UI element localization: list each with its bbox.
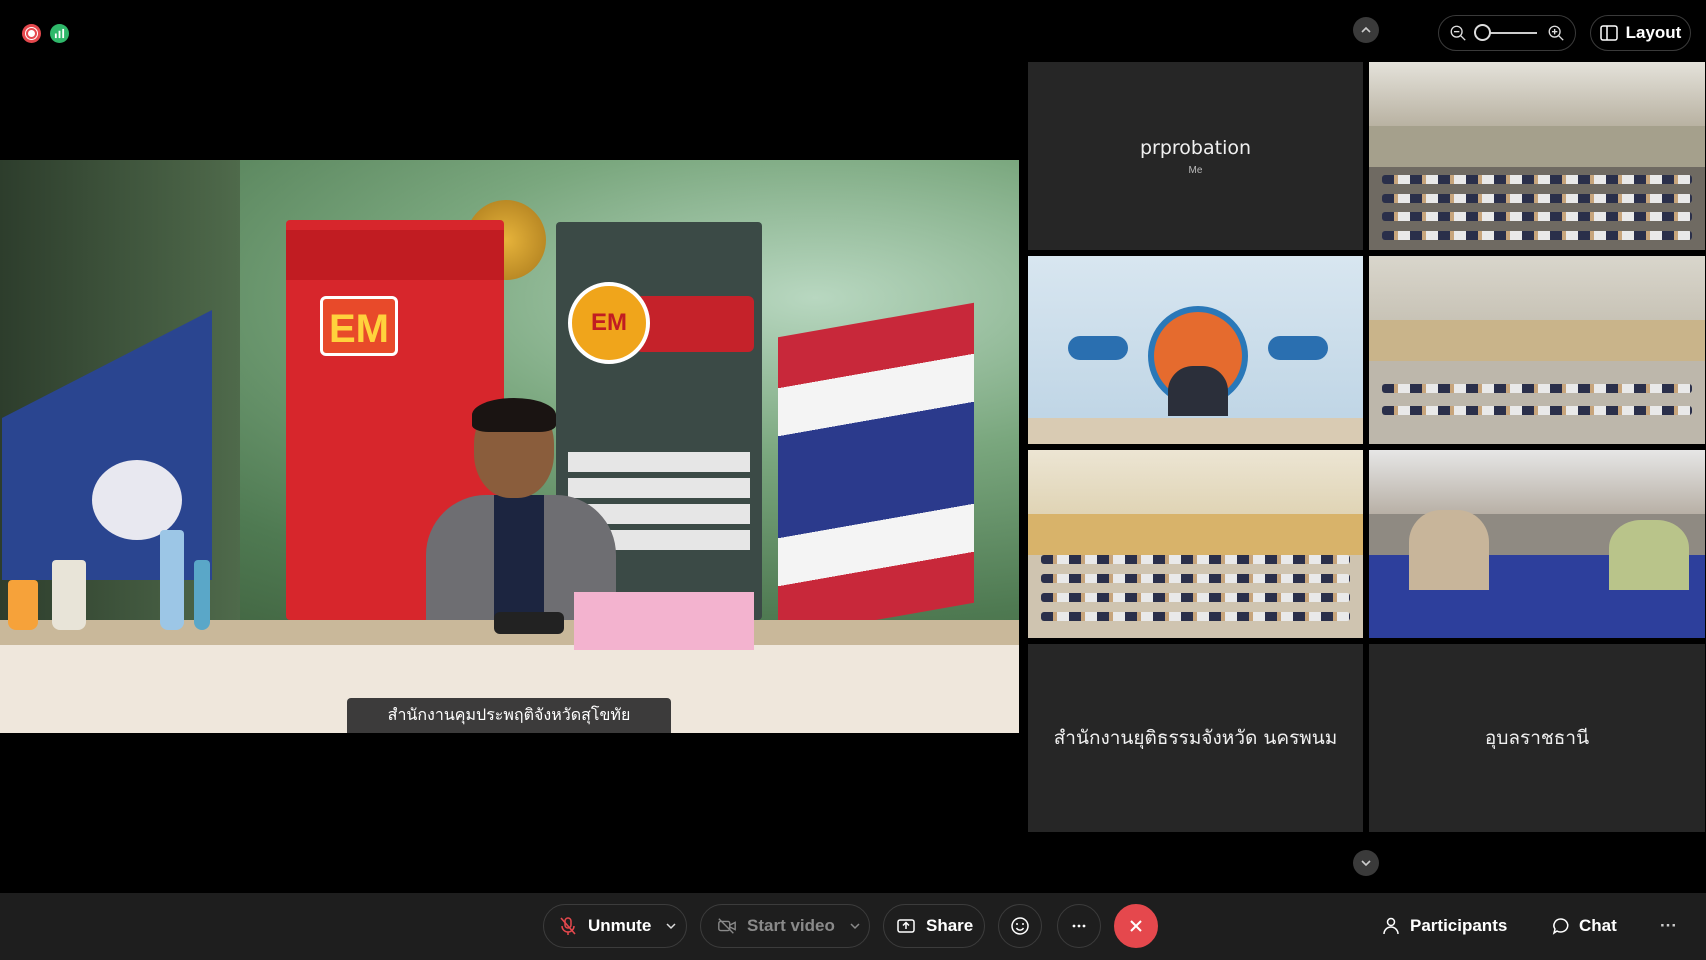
- chat-button[interactable]: Chat: [1551, 904, 1617, 948]
- close-icon: [1130, 920, 1142, 932]
- chevron-up-icon: [1361, 26, 1371, 33]
- zoom-slider[interactable]: [1474, 24, 1537, 41]
- status-indicators: [22, 24, 69, 43]
- reactions-button[interactable]: [998, 904, 1042, 948]
- start-video-label: Start video: [747, 916, 835, 935]
- toolbar-more-button[interactable]: ···: [1660, 904, 1677, 948]
- participant-tile-video[interactable]: [1028, 256, 1363, 444]
- unmute-label: Unmute: [588, 916, 652, 935]
- zoom-out-icon[interactable]: [1449, 24, 1467, 42]
- main-speaker-video[interactable]: EM EM สำนักงานคุมประพฤติจังหวัดสุโขทัย: [0, 160, 1019, 733]
- layout-label: Layout: [1625, 23, 1682, 42]
- more-options-button[interactable]: [1057, 904, 1101, 948]
- zoom-in-icon[interactable]: [1547, 24, 1565, 42]
- participant-me-label: Me: [1188, 164, 1203, 176]
- participant-tile-audio[interactable]: อุบลราชธานี: [1369, 644, 1705, 832]
- recording-icon[interactable]: [22, 24, 41, 43]
- layout-icon: [1599, 25, 1618, 41]
- participants-label: Participants: [1410, 916, 1508, 935]
- share-screen-icon: [897, 919, 915, 933]
- video-microphone: [494, 612, 564, 634]
- leave-meeting-button[interactable]: [1114, 904, 1158, 948]
- video-off-icon: [718, 918, 736, 934]
- start-video-button[interactable]: Start video: [700, 904, 870, 948]
- chevron-down-icon[interactable]: [849, 920, 861, 932]
- participant-name: prprobation: [1139, 136, 1252, 159]
- chevron-down-icon[interactable]: [665, 920, 677, 932]
- participant-tile-video[interactable]: [1369, 256, 1705, 444]
- participant-name: อุบลราชธานี: [1484, 727, 1590, 749]
- video-drinks: [8, 530, 210, 630]
- chat-icon: [1552, 918, 1569, 935]
- video-nameplate: [574, 592, 754, 650]
- stats-icon[interactable]: [50, 24, 69, 43]
- participants-button[interactable]: Participants: [1382, 904, 1507, 948]
- participant-tile-video[interactable]: [1028, 450, 1363, 638]
- main-video-caption: สำนักงานคุมประพฤติจังหวัดสุโขทัย: [347, 698, 671, 733]
- chevron-down-icon: [1361, 860, 1371, 867]
- zoom-slider-knob[interactable]: [1474, 24, 1491, 41]
- zoom-control: [1438, 15, 1576, 51]
- participants-icon: [1383, 917, 1399, 935]
- share-button[interactable]: Share: [883, 904, 985, 948]
- share-label: Share: [926, 916, 974, 935]
- emoji-icon: [1011, 917, 1029, 935]
- participant-tile-video[interactable]: [1369, 450, 1705, 638]
- participant-tile-self[interactable]: prprobation Me: [1028, 62, 1363, 250]
- mic-muted-icon: [560, 917, 576, 935]
- more-icon: [1072, 924, 1086, 928]
- unmute-button[interactable]: Unmute: [543, 904, 687, 948]
- video-flag-thai: [778, 302, 974, 638]
- participant-tile-video[interactable]: [1369, 62, 1705, 250]
- layout-button[interactable]: Layout: [1590, 15, 1691, 51]
- page-down-button[interactable]: [1353, 850, 1379, 876]
- participant-name: สำนักงานยุติธรรมจังหวัด นครพนม: [1053, 727, 1338, 749]
- meeting-toolbar: Unmute Start video Share Participants Ch…: [0, 893, 1706, 960]
- more-label: ···: [1660, 916, 1677, 935]
- page-up-button[interactable]: [1353, 17, 1379, 43]
- chat-label: Chat: [1579, 916, 1617, 935]
- participant-tile-audio[interactable]: สำนักงานยุติธรรมจังหวัด นครพนม: [1028, 644, 1363, 832]
